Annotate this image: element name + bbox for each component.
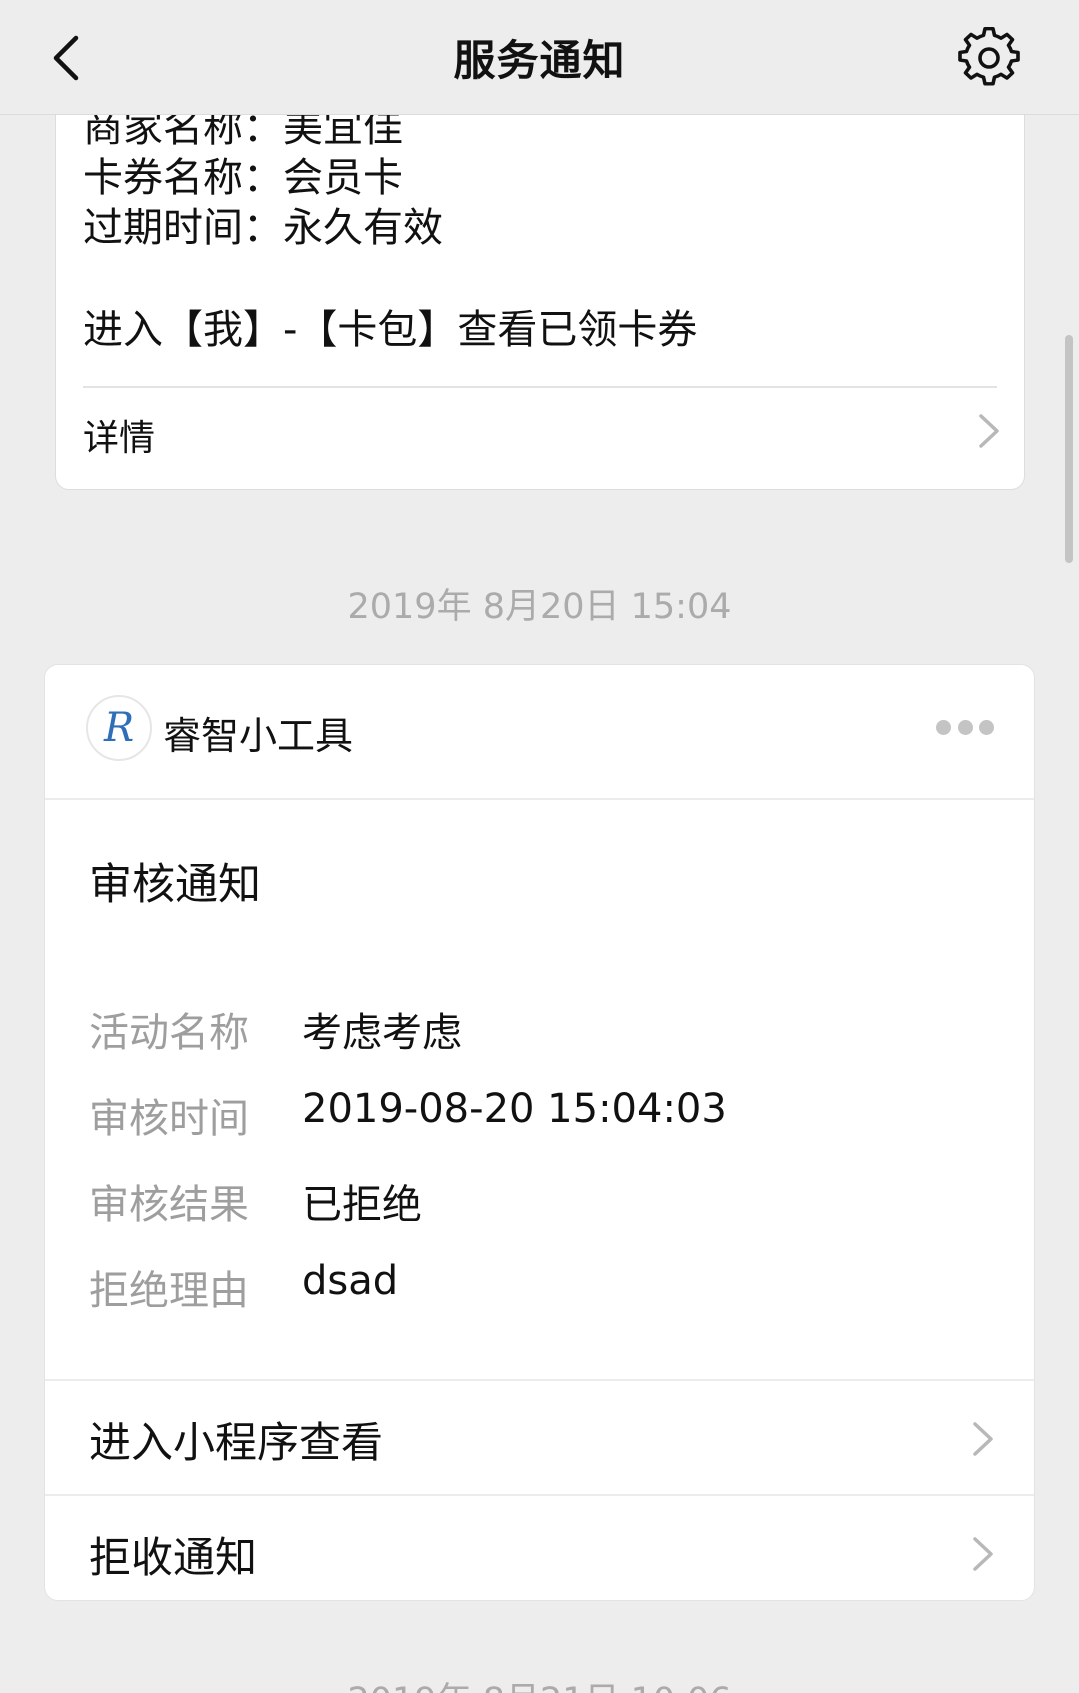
reject-notifications-row[interactable]: 拒收通知 — [45, 1494, 1034, 1600]
scrollbar[interactable] — [1065, 335, 1073, 563]
field-value-reject-reason: dsad — [302, 1258, 399, 1304]
field-value-audit-time: 2019-08-20 15:04:03 — [302, 1086, 727, 1132]
gear-icon[interactable] — [957, 26, 1021, 90]
chevron-right-icon — [973, 1537, 993, 1571]
open-mini-program-label: 进入小程序查看 — [89, 1418, 384, 1467]
navigation-bar: 服务通知 — [0, 0, 1079, 115]
reject-notifications-label: 拒收通知 — [89, 1533, 258, 1582]
service-notifications-screen: 商家名称：美宜佳 卡券名称：会员卡 过期时间：永久有效 进入【我】-【卡包】查看… — [0, 0, 1079, 1693]
field-label-reject-reason: 拒绝理由 — [89, 1268, 249, 1314]
detail-row[interactable]: 详情 — [56, 387, 1024, 491]
detail-label: 详情 — [83, 418, 156, 459]
chevron-right-icon — [979, 414, 999, 448]
chevron-right-icon — [973, 1422, 993, 1456]
dot — [936, 719, 951, 735]
card-audit-notification: R 睿智小工具 审核通知 活动名称 考虑考虑 审核时间 2019-08-20 1… — [44, 664, 1035, 1601]
field-label-audit-time: 审核时间 — [89, 1096, 249, 1142]
app-name[interactable]: 睿智小工具 — [163, 705, 353, 760]
page-title: 服务通知 — [453, 35, 626, 85]
expiry-line: 过期时间：永久有效 — [83, 205, 443, 251]
field-label-activity-name: 活动名称 — [89, 1010, 249, 1056]
instruction-line: 进入【我】-【卡包】查看已领卡券 — [83, 307, 698, 353]
more-options-icon[interactable] — [936, 717, 994, 737]
card-header: R 睿智小工具 — [45, 665, 1034, 800]
timestamp: 2019年 8月20日 15:04 — [347, 587, 732, 627]
field-label-audit-result: 审核结果 — [89, 1182, 249, 1228]
app-logo-icon: R — [103, 705, 135, 751]
dot — [979, 719, 994, 735]
field-value-activity-name: 考虑考虑 — [302, 1010, 462, 1056]
avatar[interactable]: R — [86, 695, 152, 761]
open-mini-program-row[interactable]: 进入小程序查看 — [45, 1379, 1034, 1494]
timestamp: 2019年 8月21日 10:06 — [0, 1672, 1079, 1693]
dot — [957, 719, 973, 735]
notice-title: 审核通知 — [89, 860, 261, 910]
field-value-audit-result: 已拒绝 — [302, 1182, 422, 1228]
chevron-left-icon[interactable] — [40, 26, 100, 90]
